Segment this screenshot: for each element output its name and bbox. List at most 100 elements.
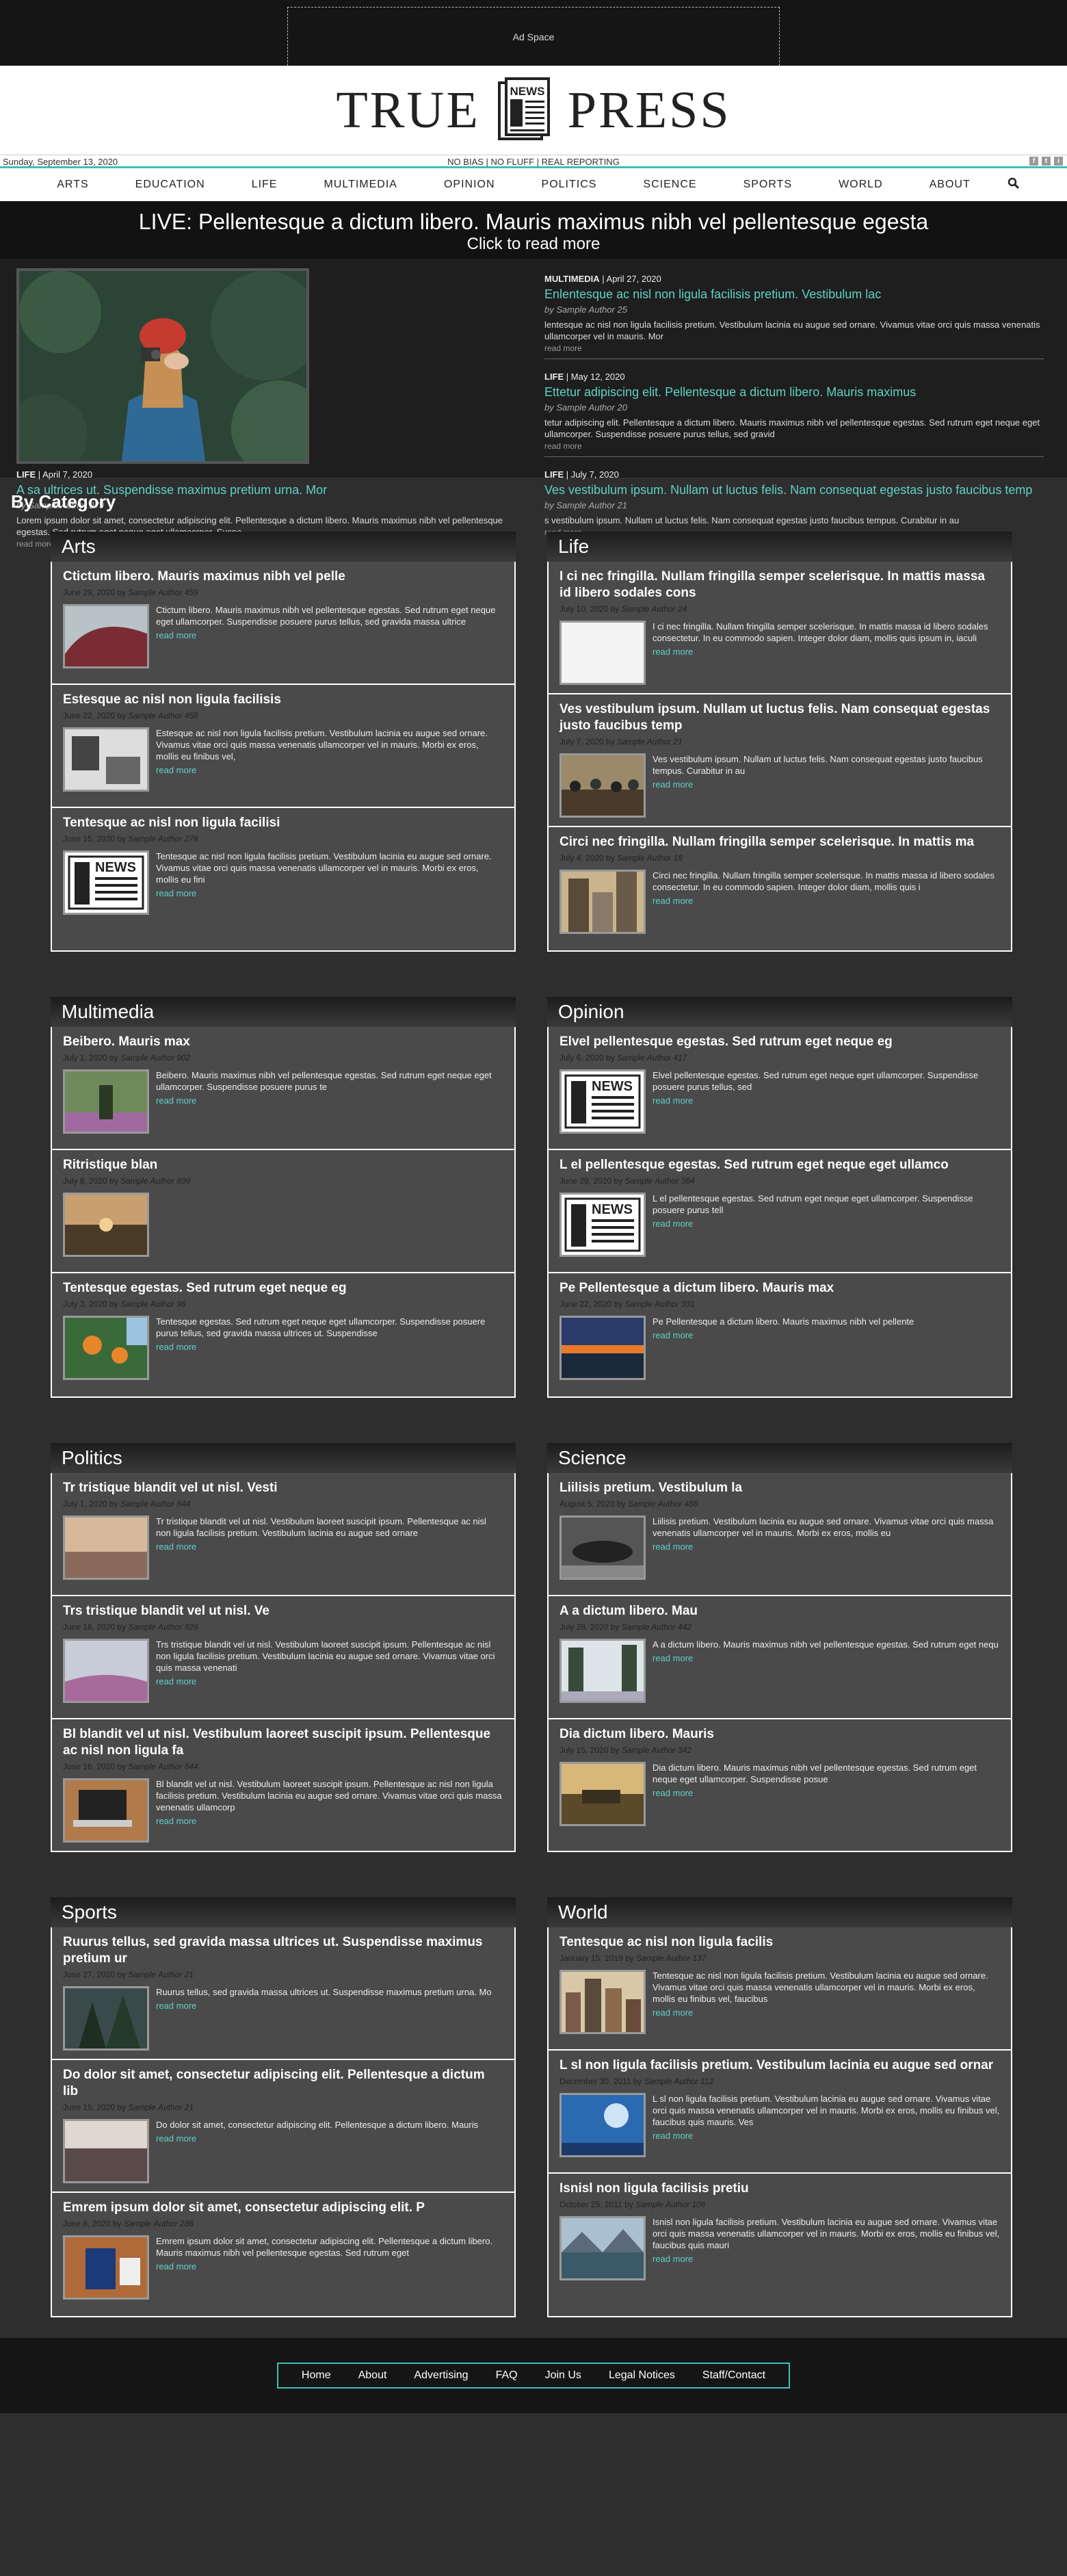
nav-sports[interactable]: SPORTS [720,179,816,191]
item-read-more[interactable]: read more [653,896,1000,906]
item-thumbnail[interactable] [559,1762,646,1826]
nav-education[interactable]: EDUCATION [112,179,228,191]
side-story-category[interactable]: LIFE [544,372,564,382]
item-thumbnail[interactable]: NEWS [559,1069,646,1134]
item-thumbnail[interactable] [559,2093,646,2157]
item-thumbnail[interactable] [63,1316,149,1380]
item-title[interactable]: Tentesque ac nisl non ligula facilis [559,1934,1000,1951]
side-story-title[interactable]: Ves vestibulum ipsum. Nullam ut luctus f… [544,482,1044,497]
item-title[interactable]: L el pellentesque egestas. Sed rutrum eg… [559,1157,1000,1173]
item-title[interactable]: Emrem ipsum dolor sit amet, consectetur … [63,2200,503,2216]
item-read-more[interactable]: read more [653,1541,1000,1552]
live-banner[interactable]: LIVE: Pellentesque a dictum libero. Maur… [0,201,1067,259]
footer-home[interactable]: Home [288,2369,345,2382]
ad-space[interactable]: Ad Space [287,7,780,66]
item-read-more[interactable]: read more [653,2131,1000,2141]
item-title[interactable]: Ves vestibulum ipsum. Nullam ut luctus f… [559,701,1000,734]
category-title[interactable]: Opinion [547,997,1012,1027]
item-thumbnail[interactable] [63,1515,149,1580]
item-thumbnail[interactable] [63,2235,149,2300]
item-title[interactable]: Tentesque egestas. Sed rutrum eget neque… [63,1280,503,1297]
footer-legal-notices[interactable]: Legal Notices [595,2369,689,2382]
item-thumbnail[interactable]: NEWS [559,1193,646,1257]
footer-about[interactable]: About [345,2369,401,2382]
item-read-more[interactable]: read more [156,1095,503,1106]
item-thumbnail[interactable] [63,1986,149,2051]
nav-arts[interactable]: ARTS [34,179,111,191]
item-title[interactable]: A a dictum libero. Mau [559,1603,1000,1619]
item-read-more[interactable]: read more [156,2261,503,2272]
item-read-more[interactable]: read more [653,779,1000,790]
twitter-icon[interactable]: t [1042,157,1051,166]
footer-staff-contact[interactable]: Staff/Contact [689,2369,779,2382]
item-title[interactable]: Pe Pellentesque a dictum libero. Mauris … [559,1280,1000,1297]
item-thumbnail[interactable] [63,2119,149,2183]
item-thumbnail[interactable] [559,1515,646,1580]
item-read-more[interactable]: read more [653,2254,1000,2264]
item-title[interactable]: Ritristique blan [63,1157,503,1173]
nav-science[interactable]: SCIENCE [620,179,720,191]
item-read-more[interactable]: read more [156,1342,503,1352]
item-title[interactable]: Circi nec fringilla. Nullam fringilla se… [559,834,1000,850]
side-story-read-more[interactable]: read more [544,343,1044,353]
nav-politics[interactable]: POLITICS [518,179,620,191]
item-read-more[interactable]: read more [156,765,503,775]
side-story-category[interactable]: LIFE [544,469,564,480]
nav-about[interactable]: ABOUT [906,179,994,191]
item-read-more[interactable]: read more [156,1816,503,1826]
feature-category[interactable]: LIFE [16,469,36,480]
category-title[interactable]: Science [547,1443,1012,1473]
nav-world[interactable]: WORLD [815,179,906,191]
item-title[interactable]: Bl blandit vel ut nisl. Vestibulum laore… [63,1726,503,1759]
category-title[interactable]: Politics [51,1443,516,1473]
item-thumbnail[interactable] [559,870,646,934]
item-read-more[interactable]: read more [653,1219,1000,1229]
item-thumbnail[interactable] [63,604,149,668]
item-read-more[interactable]: read more [653,2007,1000,2018]
item-title[interactable]: Dia dictum libero. Mauris [559,1726,1000,1743]
item-read-more[interactable]: read more [156,1541,503,1552]
nav-life[interactable]: LIFE [228,179,301,191]
item-read-more[interactable]: read more [653,1095,1000,1106]
item-title[interactable]: L sl non ligula facilisis pretium. Vesti… [559,2057,1000,2074]
item-title[interactable]: Do dolor sit amet, consectetur adipiscin… [63,2067,503,2100]
side-story-category[interactable]: MULTIMEDIA [544,274,600,284]
masthead[interactable]: TRUE NEWS PRESS [0,66,1067,155]
item-title[interactable]: Isnisl non ligula facilisis pretiu [559,2181,1000,2197]
item-title[interactable]: Ctictum libero. Mauris maximus nibh vel … [63,569,503,585]
item-title[interactable]: Elvel pellentesque egestas. Sed rutrum e… [559,1034,1000,1050]
item-read-more[interactable]: read more [156,2133,478,2144]
item-thumbnail[interactable]: NEWS [63,850,149,915]
facebook-icon[interactable]: f [1029,157,1038,166]
item-thumbnail[interactable] [63,1639,149,1703]
item-title[interactable]: I ci nec fringilla. Nullam fringilla sem… [559,569,1000,601]
category-title[interactable]: Multimedia [51,997,516,1027]
side-story-title[interactable]: Enlentesque ac nisl non ligula facilisis… [544,287,1044,302]
item-thumbnail[interactable] [559,1639,646,1703]
item-title[interactable]: Ruurus tellus, sed gravida massa ultrice… [63,1934,503,1967]
feature-image[interactable] [16,268,309,464]
search-icon[interactable] [994,177,1033,193]
item-title[interactable]: Beibero. Mauris max [63,1034,503,1050]
item-read-more[interactable]: read more [653,1330,914,1340]
item-read-more[interactable]: read more [156,2001,492,2011]
item-thumbnail[interactable] [559,1970,646,2034]
item-read-more[interactable]: read more [653,1788,1000,1798]
category-title[interactable]: Life [547,532,1012,562]
side-story-title[interactable]: Ettetur adipiscing elit. Pellentesque a … [544,385,1044,400]
footer-join-us[interactable]: Join Us [531,2369,595,2382]
item-read-more[interactable]: read more [653,1653,999,1663]
item-thumbnail[interactable] [63,1069,149,1134]
item-read-more[interactable]: read more [156,888,503,898]
footer-advertising[interactable]: Advertising [400,2369,482,2382]
nav-opinion[interactable]: OPINION [421,179,518,191]
item-thumbnail[interactable] [63,727,149,792]
side-story-read-more[interactable]: read more [544,441,1044,451]
category-title[interactable]: Sports [51,1897,516,1927]
item-thumbnail[interactable] [559,2216,646,2280]
item-title[interactable]: Estesque ac nisl non ligula facilisis [63,692,503,708]
item-thumbnail[interactable] [559,621,646,685]
item-thumbnail[interactable] [63,1778,149,1843]
item-thumbnail[interactable] [559,1316,646,1380]
item-read-more[interactable]: read more [653,647,1000,657]
